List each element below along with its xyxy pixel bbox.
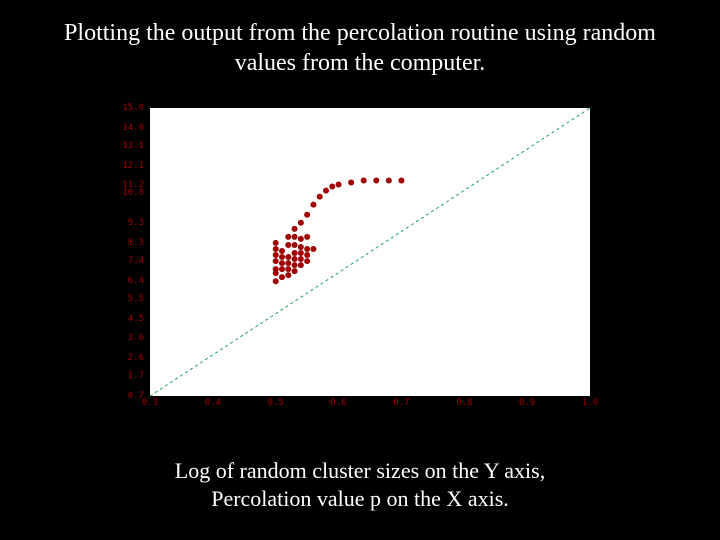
y-tick: 1.7 [128, 371, 144, 381]
data-point [273, 240, 279, 246]
data-point [292, 242, 298, 248]
fit-line [150, 108, 590, 396]
data-point [273, 258, 279, 264]
data-point [329, 184, 335, 190]
data-point [310, 246, 316, 252]
data-point [273, 246, 279, 252]
data-point [292, 268, 298, 274]
y-tick: 6.4 [128, 276, 144, 286]
data-point [279, 266, 285, 272]
title-line-2: values from the computer. [235, 50, 486, 76]
data-point [285, 254, 291, 260]
data-point [292, 234, 298, 240]
data-point [304, 234, 310, 240]
data-point [386, 178, 392, 184]
y-tick: 12.1 [122, 161, 144, 171]
data-point [273, 252, 279, 258]
data-point [279, 248, 285, 254]
data-point [304, 246, 310, 252]
y-tick: 9.3 [128, 218, 144, 228]
data-point [298, 244, 304, 250]
data-point [279, 274, 285, 280]
y-axis-ticks: 0.71.72.63.64.55.56.47.48.39.310.811.212… [108, 108, 148, 396]
data-point [348, 180, 354, 186]
data-point [273, 278, 279, 284]
data-point [298, 236, 304, 242]
data-point [298, 250, 304, 256]
data-point [279, 260, 285, 266]
data-point [304, 252, 310, 258]
data-point [398, 178, 404, 184]
data-point [304, 212, 310, 218]
data-point [298, 262, 304, 268]
y-tick: 3.6 [128, 333, 144, 343]
slide-caption: Log of random cluster sizes on the Y axi… [0, 457, 720, 512]
y-tick: 8.3 [128, 238, 144, 248]
data-point [298, 220, 304, 226]
chart: Log of clusters 0.71.72.63.64.55.56.47.4… [96, 100, 596, 420]
data-point [361, 178, 367, 184]
y-tick: 14.0 [122, 123, 144, 133]
data-point [273, 266, 279, 272]
data-point [292, 262, 298, 268]
y-tick: 7.4 [128, 256, 144, 266]
plot-area [150, 108, 590, 396]
data-point [336, 182, 342, 188]
slide-title: Plotting the output from the percolation… [0, 18, 720, 78]
y-tick: 5.5 [128, 294, 144, 304]
y-tick: 2.6 [128, 353, 144, 363]
y-axis-label: Log of clusters [81, 215, 92, 305]
data-point [304, 258, 310, 264]
y-tick: 15.0 [122, 103, 144, 113]
caption-line-1: Log of random cluster sizes on the Y axi… [175, 458, 545, 483]
data-point [323, 188, 329, 194]
y-tick: 11.2 [122, 180, 144, 190]
data-point [285, 242, 291, 248]
data-point [292, 256, 298, 262]
slide: Plotting the output from the percolation… [0, 0, 720, 540]
y-tick: 13.1 [122, 141, 144, 151]
data-point [317, 194, 323, 200]
title-line-1: Plotting the output from the percolation… [64, 20, 656, 46]
x-axis-label: Percolation value p, Normal fit [150, 407, 590, 418]
data-point [285, 272, 291, 278]
data-point [310, 202, 316, 208]
data-point [285, 260, 291, 266]
data-point [292, 226, 298, 232]
data-point [285, 266, 291, 272]
caption-line-2: Percolation value p on the X axis. [211, 486, 509, 511]
data-point [298, 256, 304, 262]
data-point [373, 178, 379, 184]
data-point [292, 250, 298, 256]
y-tick: 4.5 [128, 314, 144, 324]
data-point [285, 234, 291, 240]
data-point [279, 254, 285, 260]
plot-svg [150, 108, 590, 396]
